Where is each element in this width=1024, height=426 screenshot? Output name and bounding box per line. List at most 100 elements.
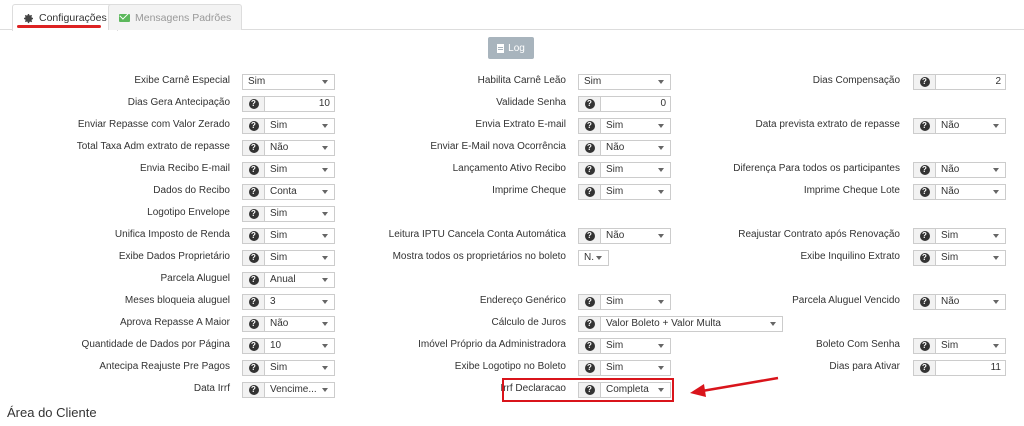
- help-icon[interactable]: ?: [578, 140, 600, 156]
- help-icon[interactable]: ?: [578, 294, 600, 310]
- select-value: Valor Boleto + Valor Multa: [606, 318, 721, 329]
- select-dropdown[interactable]: Sim: [264, 228, 335, 244]
- caret-down-icon: [322, 344, 328, 348]
- select-dropdown[interactable]: Anual: [264, 272, 335, 288]
- help-icon[interactable]: ?: [913, 184, 935, 200]
- help-icon[interactable]: ?: [578, 118, 600, 134]
- help-icon[interactable]: ?: [242, 162, 264, 178]
- help-icon[interactable]: ?: [242, 96, 264, 112]
- help-icon[interactable]: ?: [578, 360, 600, 376]
- settings-row: Dias Gera Antecipação? 10 Validade Senha? 0: [0, 92, 1024, 114]
- help-icon[interactable]: ?: [913, 338, 935, 354]
- select-dropdown[interactable]: Sim: [264, 250, 335, 266]
- select-dropdown[interactable]: Sim: [600, 338, 671, 354]
- select-dropdown[interactable]: Conta: [264, 184, 335, 200]
- settings-row: Aprova Repasse A Maior? Não Cálculo de Jur…: [0, 312, 1024, 334]
- question-mark-icon: ?: [248, 341, 259, 351]
- help-icon[interactable]: ?: [242, 294, 264, 310]
- field-label: Habilita Carnê Leão: [477, 75, 566, 86]
- select-dropdown[interactable]: Não: [935, 162, 1006, 178]
- help-icon[interactable]: ?: [578, 316, 600, 332]
- select-dropdown[interactable]: Sim: [600, 184, 671, 200]
- question-mark-icon: ?: [919, 121, 930, 131]
- select-dropdown[interactable]: Não: [935, 294, 1006, 310]
- select-dropdown[interactable]: Não: [935, 118, 1006, 134]
- number-input[interactable]: 0: [600, 96, 671, 112]
- help-icon[interactable]: ?: [913, 162, 935, 178]
- select-dropdown[interactable]: Sim: [935, 250, 1006, 266]
- question-mark-icon: ?: [584, 143, 595, 153]
- help-icon[interactable]: ?: [578, 228, 600, 244]
- help-icon[interactable]: ?: [242, 316, 264, 332]
- help-icon[interactable]: ?: [578, 96, 600, 112]
- field-label: Imóvel Próprio da Administradora: [418, 339, 566, 350]
- select-dropdown[interactable]: Não: [935, 184, 1006, 200]
- field-label: Logotipo Envelope: [147, 207, 230, 218]
- select-value: Não: [941, 186, 960, 197]
- select-dropdown[interactable]: Não: [264, 316, 335, 332]
- help-icon[interactable]: ?: [242, 272, 264, 288]
- settings-row: Quantidade de Dados por Página? 10 Imóvel …: [0, 334, 1024, 356]
- field-label: Parcela Aluguel: [160, 273, 231, 284]
- select-dropdown[interactable]: 10: [264, 338, 335, 354]
- select-dropdown[interactable]: Sim: [264, 360, 335, 376]
- caret-down-icon: [322, 300, 328, 304]
- help-icon[interactable]: ?: [578, 162, 600, 178]
- settings-row: Enviar Repasse com Valor Zerado? Sim Envia…: [0, 114, 1024, 136]
- select-dropdown[interactable]: N.: [578, 250, 609, 266]
- select-value: Não: [941, 164, 960, 175]
- select-dropdown[interactable]: Sim: [600, 118, 671, 134]
- field-label: Meses bloqueia aluguel: [124, 295, 230, 306]
- question-mark-icon: ?: [584, 121, 595, 131]
- help-icon[interactable]: ?: [242, 360, 264, 376]
- select-dropdown[interactable]: Não: [600, 140, 671, 156]
- select-value: Sim: [248, 76, 266, 87]
- select-dropdown[interactable]: Valor Boleto + Valor Multa: [600, 316, 783, 332]
- help-icon[interactable]: ?: [913, 360, 935, 376]
- field-label: Aprova Repasse A Maior: [119, 317, 230, 328]
- select-dropdown[interactable]: Sim: [935, 228, 1006, 244]
- envelope-icon: [119, 13, 130, 22]
- help-icon[interactable]: ?: [242, 206, 264, 222]
- help-icon[interactable]: ?: [578, 184, 600, 200]
- select-dropdown[interactable]: Sim: [600, 294, 671, 310]
- field-label: Antecipa Reajuste Pre Pagos: [99, 361, 230, 372]
- help-icon[interactable]: ?: [913, 294, 935, 310]
- select-dropdown[interactable]: Não: [600, 228, 671, 244]
- help-icon[interactable]: ?: [913, 228, 935, 244]
- select-dropdown[interactable]: Sim: [264, 118, 335, 134]
- field-label: Validade Senha: [496, 97, 566, 108]
- select-value: 10: [270, 340, 282, 351]
- help-icon[interactable]: ?: [242, 118, 264, 134]
- help-icon[interactable]: ?: [913, 118, 935, 134]
- question-mark-icon: ?: [248, 253, 259, 263]
- select-dropdown[interactable]: Não: [264, 140, 335, 156]
- help-icon[interactable]: ?: [242, 338, 264, 354]
- help-icon[interactable]: ?: [242, 184, 264, 200]
- select-dropdown[interactable]: Sim: [242, 74, 335, 90]
- number-input[interactable]: 11: [935, 360, 1006, 376]
- tab-mensagens-padroes[interactable]: Mensagens Padrões: [108, 4, 243, 30]
- number-input[interactable]: 2: [935, 74, 1006, 90]
- select-dropdown[interactable]: Sim: [600, 360, 671, 376]
- select-dropdown[interactable]: Vencime...: [264, 382, 335, 398]
- help-icon[interactable]: ?: [242, 382, 264, 398]
- help-icon[interactable]: ?: [242, 140, 264, 156]
- select-dropdown[interactable]: Sim: [935, 338, 1006, 354]
- select-value: Sim: [584, 76, 602, 87]
- help-icon[interactable]: ?: [913, 74, 935, 90]
- gear-icon: [23, 13, 34, 24]
- help-icon[interactable]: ?: [242, 228, 264, 244]
- select-dropdown[interactable]: Sim: [578, 74, 671, 90]
- caret-down-icon: [993, 300, 999, 304]
- help-icon[interactable]: ?: [913, 250, 935, 266]
- select-dropdown[interactable]: 3: [264, 294, 335, 310]
- number-input[interactable]: 10: [264, 96, 335, 112]
- select-dropdown[interactable]: Sim: [600, 162, 671, 178]
- caret-down-icon: [658, 190, 664, 194]
- help-icon[interactable]: ?: [578, 338, 600, 354]
- select-dropdown[interactable]: Sim: [264, 206, 335, 222]
- select-dropdown[interactable]: Sim: [264, 162, 335, 178]
- help-icon[interactable]: ?: [242, 250, 264, 266]
- log-button[interactable]: Log: [488, 37, 534, 59]
